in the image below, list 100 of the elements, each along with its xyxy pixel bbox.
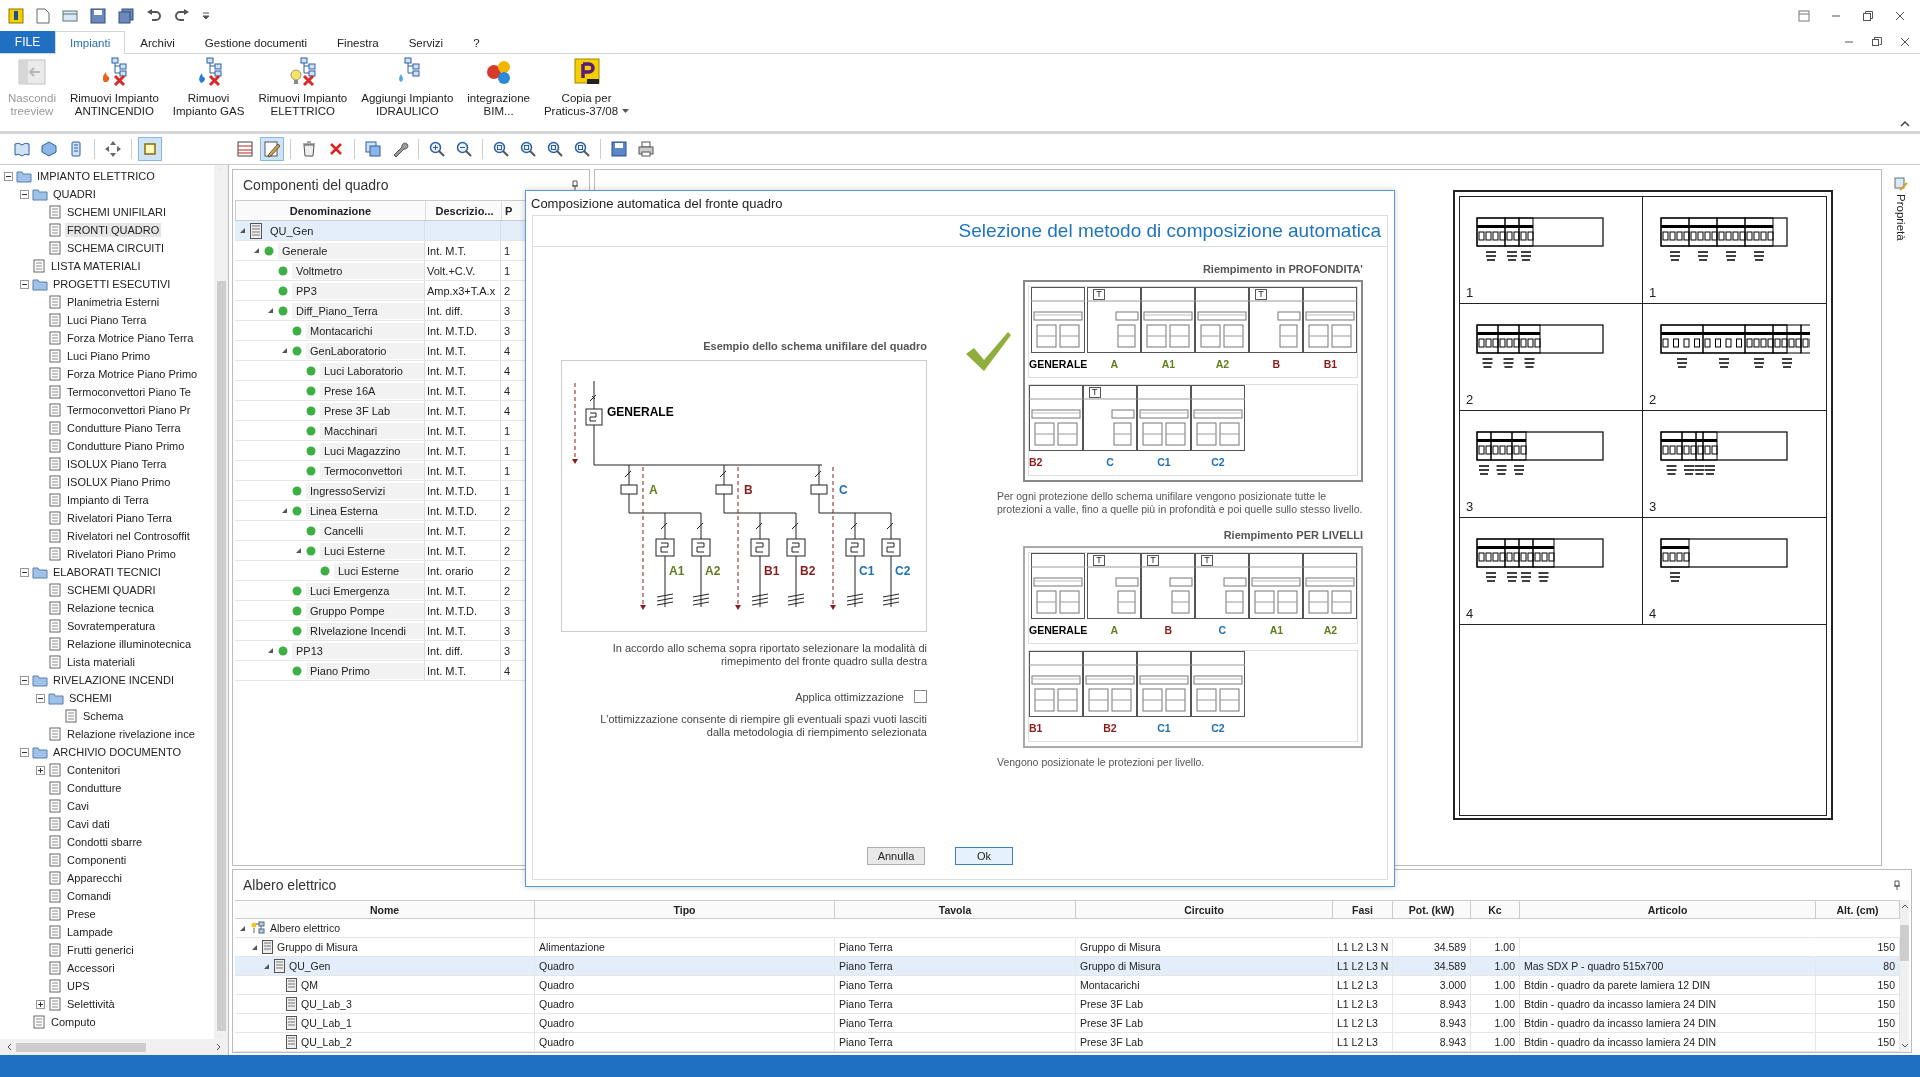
tree-item[interactable]: ISOLUX Piano Terra bbox=[65, 457, 169, 471]
tree-item[interactable]: Impianto di Terra bbox=[65, 493, 151, 507]
horizontal-scrollbar[interactable] bbox=[0, 1039, 228, 1055]
collapse-arrow-icon[interactable] bbox=[239, 924, 246, 932]
column-header[interactable]: Denominazione bbox=[289, 204, 372, 217]
tree-item[interactable]: QU_Lab_2 bbox=[301, 1036, 352, 1048]
scrollbar-thumb[interactable] bbox=[216, 281, 226, 1031]
tree-item[interactable]: Frutti generici bbox=[65, 943, 136, 957]
fill-option[interactable]: GENERALE T A T B T C A1 A2 B1 B2 C1 C2 bbox=[1023, 546, 1363, 748]
component-name[interactable]: GenLaboratorio bbox=[306, 342, 424, 359]
ribbon-tab[interactable]: Finestra bbox=[322, 31, 394, 53]
dialog-button[interactable]: Ok bbox=[955, 847, 1013, 865]
collapse-icon[interactable] bbox=[20, 279, 29, 289]
tree-item[interactable]: Relazione rivelazione ince bbox=[65, 727, 197, 741]
restore-icon[interactable] bbox=[1872, 37, 1882, 47]
component-name[interactable]: Luci Emergenza bbox=[306, 582, 424, 599]
component-name[interactable]: Macchinari bbox=[320, 422, 424, 439]
tree-item[interactable]: ARCHIVIO DOCUMENTO bbox=[51, 745, 184, 759]
collapse-icon[interactable] bbox=[36, 693, 45, 703]
ribbon-tab[interactable]: Archivi bbox=[125, 31, 190, 53]
tree-item[interactable]: Gruppo di Misura bbox=[277, 941, 358, 953]
tree-item[interactable]: Forza Motrice Piano Terra bbox=[65, 331, 196, 345]
tree-item[interactable]: IMPIANTO ELETTRICO bbox=[35, 169, 157, 183]
window-icon[interactable] bbox=[62, 8, 78, 23]
component-name[interactable]: Montacarichi bbox=[306, 322, 424, 339]
ribbon-tab[interactable]: Gestione documenti bbox=[189, 31, 323, 53]
component-name[interactable]: PP3 bbox=[292, 282, 424, 299]
collapse-icon[interactable] bbox=[20, 747, 29, 757]
save-all-icon[interactable] bbox=[118, 7, 134, 24]
dialog-button[interactable]: Annulla bbox=[867, 847, 925, 865]
component-name[interactable]: Cancelli bbox=[320, 522, 424, 539]
close-icon[interactable] bbox=[1900, 37, 1910, 47]
tree-item[interactable]: QU_Lab_3 bbox=[301, 998, 352, 1010]
collapse-arrow-icon[interactable] bbox=[267, 647, 274, 654]
collapse-icon[interactable] bbox=[4, 171, 13, 181]
save-icon[interactable] bbox=[90, 7, 106, 24]
tree-item[interactable]: Forza Motrice Piano Primo bbox=[65, 367, 200, 381]
ribbon-command[interactable]: Copia per Praticus-37/08 bbox=[537, 56, 636, 118]
tree-item[interactable]: Lista materiali bbox=[65, 655, 137, 669]
tree-item[interactable]: Albero elettrico bbox=[270, 922, 341, 934]
file-tab[interactable]: FILE bbox=[0, 31, 55, 53]
scrollbar-thumb[interactable] bbox=[1900, 925, 1909, 961]
tree-item[interactable]: QU_Lab_1 bbox=[301, 1017, 352, 1029]
scrollbar-thumb[interactable] bbox=[16, 1042, 146, 1052]
tree-item[interactable]: Condutture bbox=[65, 781, 124, 795]
new-document-icon[interactable] bbox=[36, 7, 50, 24]
collapse-arrow-icon[interactable] bbox=[295, 547, 302, 554]
collapse-arrow-icon[interactable] bbox=[251, 943, 258, 951]
column-header[interactable]: Articolo bbox=[1647, 903, 1688, 916]
ribbon-command[interactable]: Rimuovi Impianto GAS bbox=[166, 56, 251, 118]
component-name[interactable]: Gruppo Pompe bbox=[306, 602, 424, 619]
tree-item[interactable]: Cavi bbox=[65, 799, 91, 813]
properties-tab[interactable]: Proprietà bbox=[1882, 165, 1920, 866]
tree-item[interactable]: SCHEMI QUADRI bbox=[65, 583, 158, 597]
tree-item[interactable]: Selettività bbox=[65, 997, 117, 1011]
component-name[interactable]: PP13 bbox=[292, 642, 424, 659]
tree-item[interactable]: Rivelatori nel Controsoffit bbox=[65, 529, 192, 543]
tree-item[interactable]: Condotti sbarre bbox=[65, 835, 145, 849]
pin-icon[interactable] bbox=[571, 180, 579, 190]
column-header[interactable]: Nome bbox=[369, 903, 400, 916]
tree-item[interactable]: Rivelatori Piano Primo bbox=[65, 547, 178, 561]
component-name[interactable]: IngressoServizi bbox=[306, 482, 424, 499]
component-name[interactable]: Generale bbox=[278, 242, 424, 259]
tree-item[interactable]: Schema bbox=[81, 709, 126, 723]
tree-item[interactable]: Cavi dati bbox=[65, 817, 112, 831]
column-header[interactable]: Kc bbox=[1488, 903, 1502, 916]
tree-item[interactable]: QU_Gen bbox=[289, 960, 331, 972]
collapse-arrow-icon[interactable] bbox=[239, 227, 246, 234]
scroll-right-icon[interactable] bbox=[216, 1043, 222, 1051]
component-name[interactable]: Piano Primo bbox=[306, 662, 424, 679]
tree-item[interactable]: Luci Piano Primo bbox=[65, 349, 153, 363]
tree-item[interactable]: Planimetria Esterni bbox=[65, 295, 162, 309]
component-name[interactable]: Luci Esterne bbox=[334, 562, 424, 579]
close-icon[interactable] bbox=[1894, 9, 1906, 22]
tree-item[interactable]: SCHEMI UNIFILARI bbox=[65, 205, 168, 219]
undo-icon[interactable] bbox=[146, 7, 162, 24]
component-name[interactable]: Luci Laboratorio bbox=[320, 362, 424, 379]
collapse-icon[interactable] bbox=[20, 675, 29, 685]
optimize-checkbox[interactable] bbox=[914, 690, 927, 703]
tree-item[interactable]: Contenitori bbox=[65, 763, 123, 777]
column-header[interactable]: Tavola bbox=[938, 903, 972, 916]
tree-item[interactable]: UPS bbox=[65, 979, 92, 993]
pin-icon[interactable] bbox=[1893, 880, 1901, 890]
collapse-icon[interactable] bbox=[20, 567, 29, 577]
component-name[interactable]: RIvelazione Incendi bbox=[306, 622, 424, 639]
tree-item[interactable]: Accessori bbox=[65, 961, 117, 975]
ribbon-tab[interactable]: ? bbox=[458, 31, 495, 53]
tree-item[interactable]: ELABORATI TECNICI bbox=[51, 565, 163, 579]
component-name[interactable]: Diff_Piano_Terra bbox=[292, 302, 424, 319]
tree-item[interactable]: Lampade bbox=[65, 925, 115, 939]
tree-item[interactable]: SCHEMA CIRCUITI bbox=[65, 241, 167, 255]
tree-item[interactable]: LISTA MATERIALI bbox=[49, 259, 143, 273]
ribbon-command[interactable]: Rimuovi Impianto ANTINCENDIO bbox=[63, 56, 165, 118]
tree-item[interactable]: Luci Piano Terra bbox=[65, 313, 149, 327]
scroll-left-icon[interactable] bbox=[6, 1043, 12, 1051]
redo-icon[interactable] bbox=[174, 7, 190, 24]
tree-item[interactable]: Apparecchi bbox=[65, 871, 125, 885]
tree-item[interactable]: Prese bbox=[65, 907, 98, 921]
tree-item[interactable]: Componenti bbox=[65, 853, 129, 867]
ribbon-tab[interactable]: Impianti bbox=[55, 31, 126, 54]
